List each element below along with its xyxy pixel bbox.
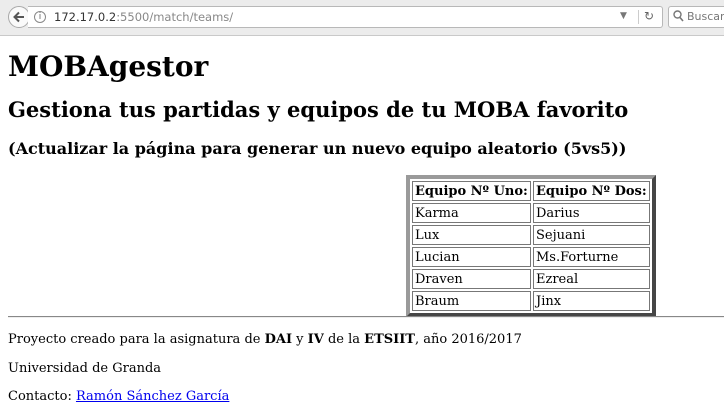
table-row: Lucian Ms.Forturne: [412, 247, 650, 267]
credits-text: y: [292, 332, 308, 347]
header-team-one: Equipo Nº Uno:: [412, 181, 531, 201]
dropdown-icon[interactable]: ▼: [620, 11, 627, 21]
page-title: MOBAgestor: [8, 50, 209, 83]
team-two-player: Ms.Forturne: [533, 247, 650, 267]
team-one-player: Karma: [412, 203, 531, 223]
table-row: Draven Ezreal: [412, 269, 650, 289]
header-team-two: Equipo Nº Dos:: [533, 181, 650, 201]
search-bar[interactable]: Buscar: [668, 6, 724, 28]
team-one-player: Braum: [412, 291, 531, 311]
footer-contact: Contacto: Ramón Sánchez García: [8, 389, 229, 404]
credits-year: , año 2016/2017: [414, 332, 522, 347]
search-icon: [673, 10, 684, 22]
info-icon[interactable]: i: [34, 11, 46, 23]
contact-link[interactable]: Ramón Sánchez García: [76, 389, 229, 404]
school-name: ETSIIT: [364, 332, 415, 347]
contact-label: Contacto:: [8, 389, 76, 404]
page-subtitle: Gestiona tus partidas y equipos de tu MO…: [8, 97, 629, 122]
team-one-player: Lucian: [412, 247, 531, 267]
reload-icon[interactable]: ↻: [644, 9, 654, 23]
url-host: 172.17.0.2: [54, 10, 117, 24]
credits-text: Proyecto creado para la asignatura de: [8, 332, 265, 347]
team-two-player: Sejuani: [533, 225, 650, 245]
table-header-row: Equipo Nº Uno: Equipo Nº Dos:: [412, 181, 650, 201]
team-two-player: Darius: [533, 203, 650, 223]
back-icon: [13, 11, 24, 23]
team-one-player: Draven: [412, 269, 531, 289]
footer-credits: Proyecto creado para la asignatura de DA…: [8, 332, 522, 347]
search-placeholder: Buscar: [687, 10, 724, 23]
browser-toolbar: i 172.17.0.2:5500/match/teams/ ▼ ↻ Busca…: [0, 0, 724, 36]
team-one-player: Lux: [412, 225, 531, 245]
back-button[interactable]: [8, 6, 30, 28]
team-two-player: Jinx: [533, 291, 650, 311]
table-row: Karma Darius: [412, 203, 650, 223]
course-dai: DAI: [264, 332, 293, 347]
footer-university: Universidad de Granda: [8, 361, 162, 376]
page-note: (Actualizar la página para generar un nu…: [8, 139, 627, 158]
divider: [638, 10, 639, 24]
teams-table: Equipo Nº Uno: Equipo Nº Dos: Karma Dari…: [406, 175, 656, 317]
credits-text: de la: [323, 332, 365, 347]
url-path: :5500/match/teams/: [116, 10, 234, 24]
url-text[interactable]: 172.17.0.2:5500/match/teams/: [54, 10, 233, 24]
table-row: Lux Sejuani: [412, 225, 650, 245]
footer-divider: [8, 316, 724, 318]
address-bar[interactable]: i 172.17.0.2:5500/match/teams/ ▼ ↻: [28, 6, 663, 28]
team-two-player: Ezreal: [533, 269, 650, 289]
course-iv: IV: [307, 332, 324, 347]
table-row: Braum Jinx: [412, 291, 650, 311]
